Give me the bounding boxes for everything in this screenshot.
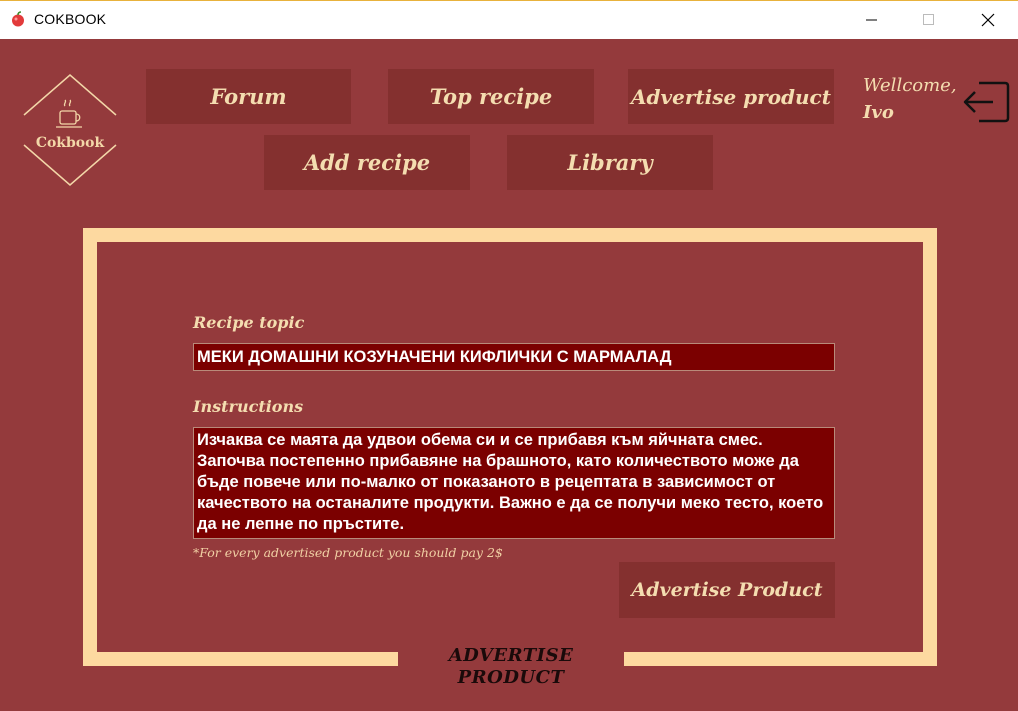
close-icon bbox=[981, 13, 995, 27]
logout-button[interactable] bbox=[963, 77, 1011, 127]
forum-button[interactable]: Forum bbox=[146, 69, 351, 124]
instructions-label: Instructions bbox=[193, 397, 304, 416]
cokbook-logo[interactable] bbox=[20, 73, 120, 187]
advertise-product-button[interactable]: Advertise Product bbox=[619, 562, 835, 618]
payment-note: *For every advertised product you should… bbox=[193, 545, 503, 560]
minimize-icon bbox=[866, 19, 877, 21]
welcome-message: Wellcome, Ivo bbox=[863, 72, 957, 126]
logo-text: Cokbook bbox=[35, 135, 105, 151]
instructions-textarea[interactable]: Изчаква се маята да удвои обема си и се … bbox=[193, 427, 835, 539]
minimize-button[interactable] bbox=[843, 1, 901, 39]
top-recipe-button[interactable]: Top recipe bbox=[388, 69, 594, 124]
title-bar: COKBOOK bbox=[0, 0, 1018, 39]
maximize-button[interactable] bbox=[900, 1, 958, 39]
library-button[interactable]: Library bbox=[507, 135, 713, 190]
logout-icon bbox=[963, 81, 1010, 123]
coffee-cup-icon bbox=[56, 99, 82, 128]
add-recipe-button[interactable]: Add recipe bbox=[264, 135, 470, 190]
window-title: COKBOOK bbox=[34, 11, 107, 27]
advertise-product-nav-button[interactable]: Advertise product bbox=[628, 69, 834, 124]
apple-icon bbox=[10, 11, 26, 27]
close-button[interactable] bbox=[959, 1, 1017, 39]
recipe-topic-label: Recipe topic bbox=[193, 313, 305, 332]
recipe-topic-input[interactable]: МЕКИ ДОМАШНИ КОЗУНАЧЕНИ КИФЛИЧКИ С МАРМА… bbox=[193, 343, 835, 371]
welcome-greeting: Wellcome, bbox=[863, 75, 957, 96]
maximize-icon bbox=[923, 14, 934, 25]
section-caption: ADVERTISE PRODUCT bbox=[398, 645, 624, 688]
user-name: Ivo bbox=[863, 102, 894, 123]
